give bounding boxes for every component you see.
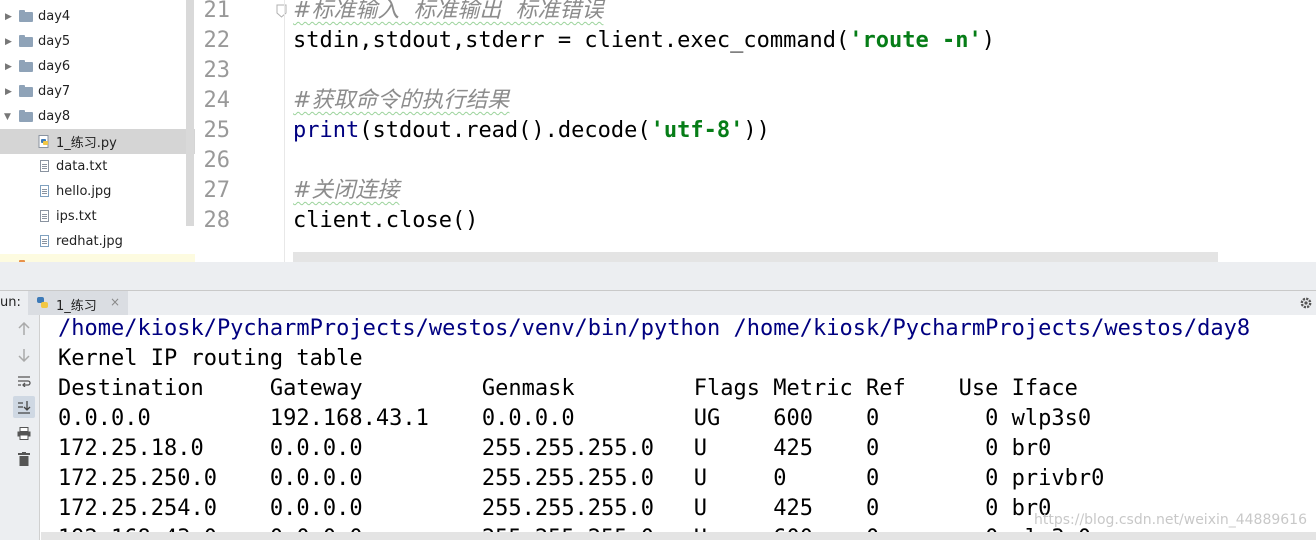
console-line: 172.25.250.0 0.0.0.0 255.255.255.0 U 0 0…: [58, 466, 1105, 491]
line-number-gutter: 21 22 23 24 25 26 27 28: [196, 0, 284, 262]
tree-item-ips-txt[interactable]: ips.txt: [0, 204, 195, 229]
code-line-21[interactable]: #标准输入 标准输出 标准错误: [293, 0, 603, 26]
line-number: 23: [203, 58, 231, 83]
soft-wrap-icon[interactable]: [13, 370, 35, 392]
down-arrow-icon[interactable]: [13, 344, 35, 366]
line-number: 22: [203, 28, 231, 53]
code-text: client.close(): [293, 208, 479, 233]
python-file-icon: [38, 135, 49, 148]
print-icon[interactable]: [13, 422, 35, 444]
line-number: 24: [203, 88, 231, 113]
code-line-24[interactable]: #获取命令的执行结果: [293, 86, 509, 116]
tree-item-day7[interactable]: ▶ day7: [0, 79, 195, 104]
builtin-function: print: [293, 118, 360, 143]
code-text: (stdout.read().decode(: [359, 118, 651, 143]
tree-item-label: day4: [38, 9, 71, 24]
tree-item-label: 1_练习.py: [56, 136, 117, 151]
code-line-22[interactable]: stdin,stdout,stderr = client.exec_comman…: [293, 26, 995, 56]
tree-item-practice-py[interactable]: 1_练习.py: [0, 129, 195, 154]
code-text: ): [981, 28, 995, 53]
folder-icon: [19, 10, 33, 22]
expanded-arrow-icon[interactable]: ▼: [4, 112, 11, 122]
tree-item-redhat-jpg[interactable]: redhat.jpg: [0, 229, 195, 254]
tree-item-label: hello.jpg: [56, 184, 112, 199]
tree-item-label: ips.txt: [56, 209, 97, 224]
string-literal: 'route -n': [849, 28, 982, 53]
line-number: 28: [203, 208, 231, 233]
panel-divider[interactable]: [0, 262, 1316, 290]
tree-item-day5[interactable]: ▶ day5: [0, 29, 195, 54]
image-file-icon: [40, 235, 49, 247]
collapsed-arrow-icon[interactable]: ▶: [5, 62, 12, 72]
up-arrow-icon[interactable]: [13, 318, 35, 340]
code-line-25[interactable]: print(stdout.read().decode('utf-8')): [293, 116, 770, 146]
collapsed-arrow-icon[interactable]: ▶: [5, 37, 12, 47]
comment: #标准输入 标准输出 标准错误: [293, 0, 604, 23]
gear-icon[interactable]: [1299, 296, 1313, 310]
tree-item-label: data.txt: [56, 159, 108, 174]
console-line-command[interactable]: /home/kiosk/PycharmProjects/westos/venv/…: [58, 315, 1250, 344]
line-number: 25: [203, 118, 231, 143]
collapsed-arrow-icon[interactable]: ▶: [5, 12, 12, 22]
tree-scrollbar[interactable]: [186, 0, 194, 226]
tree-item-hello-jpg[interactable]: hello.jpg: [0, 179, 195, 204]
fold-marker-icon[interactable]: [276, 4, 287, 18]
text-file-icon: [40, 210, 49, 222]
line-number: 27: [203, 178, 231, 203]
run-tab-label: 1_练习: [56, 299, 97, 314]
editor-horizontal-scrollbar[interactable]: [293, 252, 1218, 262]
tree-item-day8[interactable]: ▼ day8: [0, 104, 195, 129]
folder-icon: [19, 110, 33, 122]
console-line: 172.25.18.0 0.0.0.0 255.255.255.0 U 425 …: [58, 436, 1052, 461]
tree-item-label: day6: [38, 59, 71, 74]
code-text: )): [743, 118, 770, 143]
code-text: stdin,stdout,stderr = client.exec_comman…: [293, 28, 850, 53]
collapsed-arrow-icon[interactable]: ▶: [5, 87, 12, 97]
tree-item-data-txt[interactable]: data.txt: [0, 154, 195, 179]
run-tool-window-header: un: 1_练习 ×: [0, 290, 1316, 315]
tree-item-label: day8: [38, 109, 71, 124]
run-toolbar: [0, 315, 40, 540]
tree-item-day6[interactable]: ▶ day6: [0, 54, 195, 79]
scroll-to-end-icon[interactable]: [13, 396, 35, 418]
python-run-icon: [37, 297, 48, 308]
console-line: 0.0.0.0 192.168.43.1 0.0.0.0 UG 600 0 0 …: [58, 406, 1092, 431]
code-line-28[interactable]: client.close(): [293, 206, 478, 236]
image-file-icon: [40, 185, 49, 197]
folder-icon: [19, 35, 33, 47]
console-line: 172.25.254.0 0.0.0.0 255.255.255.0 U 425…: [58, 496, 1052, 521]
console-horizontal-scrollbar[interactable]: [41, 532, 1316, 540]
tree-item-label: day5: [38, 34, 71, 49]
tree-item-day4[interactable]: ▶ day4: [0, 4, 195, 29]
console-output[interactable]: /home/kiosk/PycharmProjects/westos/venv/…: [41, 315, 1316, 540]
text-file-icon: [40, 160, 49, 172]
folder-icon: [19, 60, 33, 72]
comment: #获取命令的执行结果: [293, 88, 510, 113]
code-line-27[interactable]: #关闭连接: [293, 176, 399, 206]
trash-icon[interactable]: [13, 448, 35, 470]
line-number: 26: [203, 148, 231, 173]
console-line: Kernel IP routing table: [58, 346, 363, 371]
line-number: 21: [203, 0, 231, 23]
console-line: Destination Gateway Genmask Flags Metric…: [58, 376, 1078, 401]
watermark: https://blog.csdn.net/weixin_44889616: [1033, 512, 1307, 528]
run-tab[interactable]: 1_练习 ×: [28, 291, 128, 315]
close-icon[interactable]: ×: [110, 295, 120, 309]
string-literal: 'utf-8': [650, 118, 744, 143]
gutter-separator: [284, 0, 285, 262]
run-label: un:: [0, 295, 21, 310]
tree-item-label: day7: [38, 84, 71, 99]
code-editor[interactable]: 21 22 23 24 25 26 27 28 #标准输入 标准输出 标准错误 …: [196, 0, 1316, 262]
tree-item-label: redhat.jpg: [56, 234, 123, 249]
folder-icon: [19, 85, 33, 97]
comment: #关闭连接: [293, 178, 400, 203]
project-tree: ▶ day4 ▶ day5 ▶ day6 ▶ day7 ▼ day8 1_练习.…: [0, 0, 195, 289]
